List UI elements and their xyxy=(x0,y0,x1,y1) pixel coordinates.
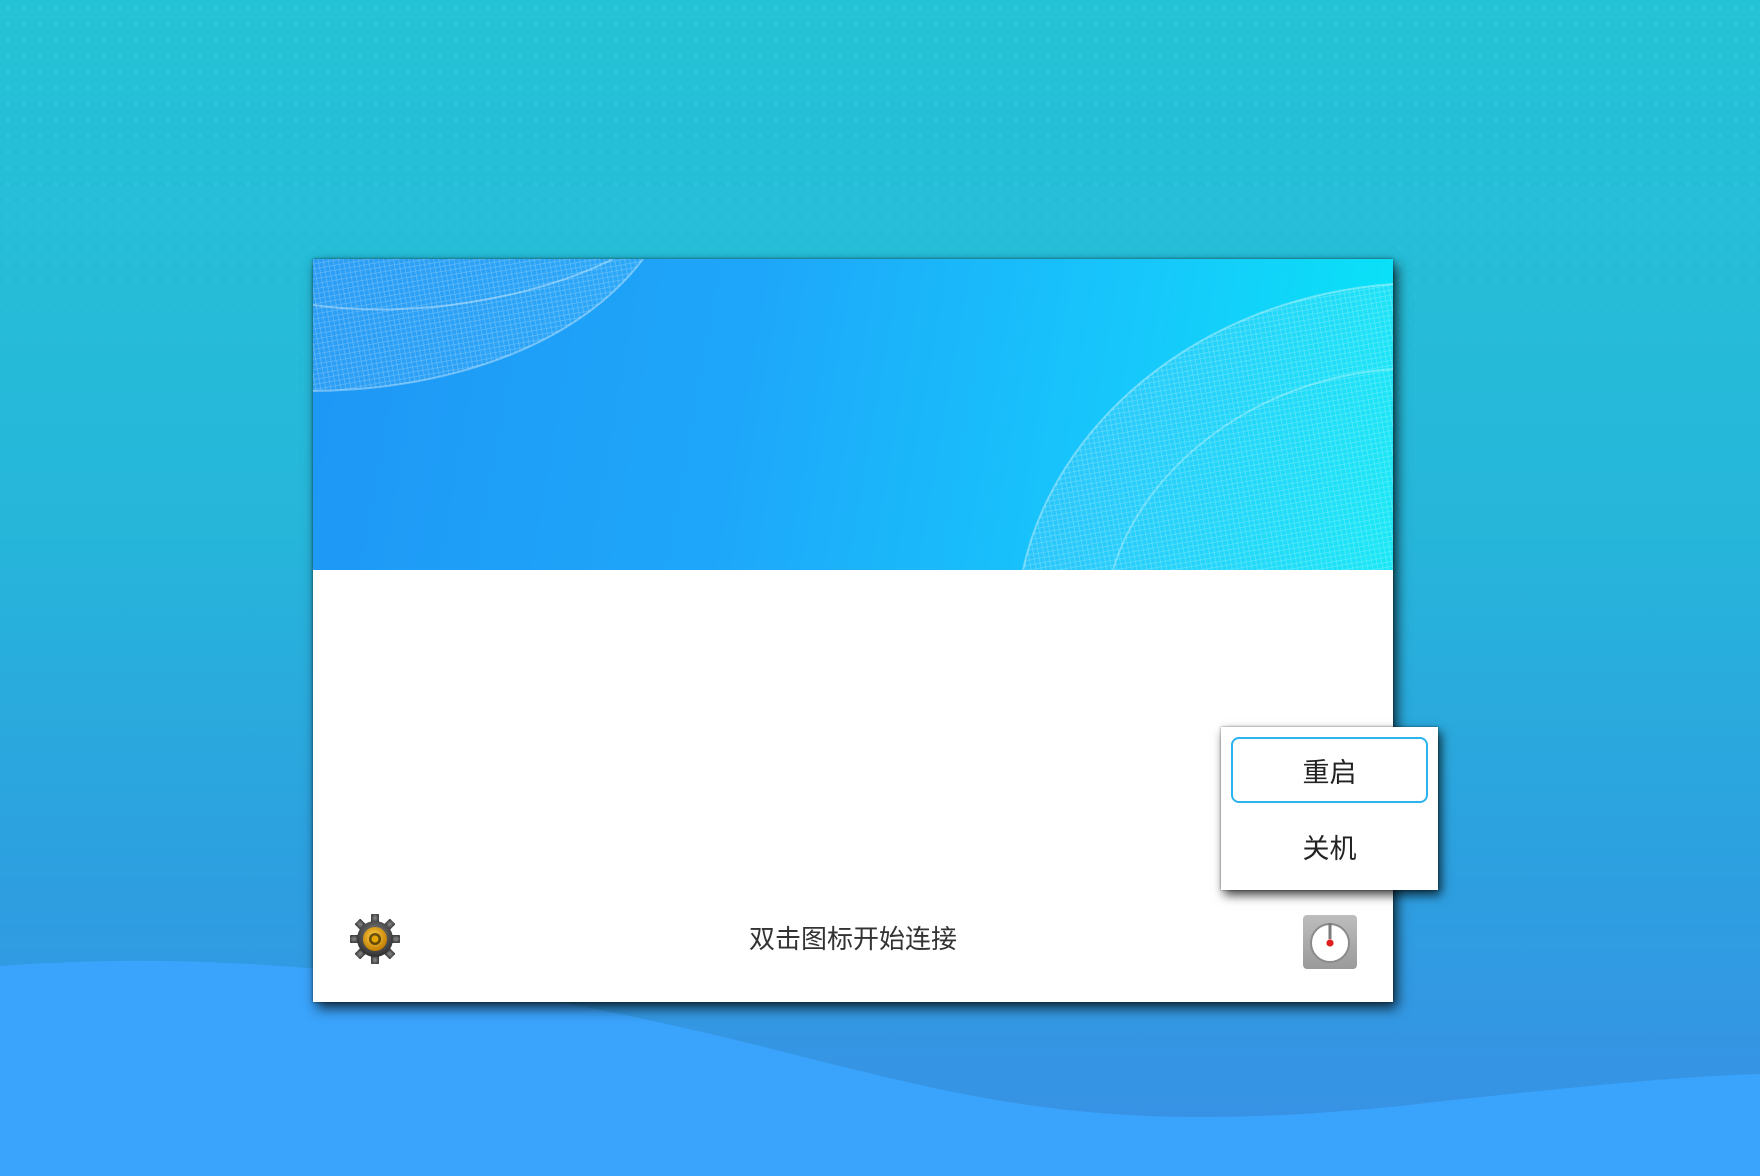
power-menu: 重启 关机 xyxy=(1221,727,1438,890)
settings-button[interactable] xyxy=(347,911,403,967)
power-icon xyxy=(1310,923,1350,963)
menu-item-restart[interactable]: 重启 xyxy=(1231,737,1428,803)
banner-decoration xyxy=(313,259,1393,570)
power-button[interactable] xyxy=(1303,915,1357,969)
menu-item-shutdown[interactable]: 关机 xyxy=(1231,813,1428,879)
dialog-banner xyxy=(313,259,1393,570)
connect-hint-text: 双击图标开始连接 xyxy=(748,925,957,955)
connection-dialog: 双击图标开始连接 xyxy=(313,259,1393,1002)
gear-icon xyxy=(350,914,400,964)
